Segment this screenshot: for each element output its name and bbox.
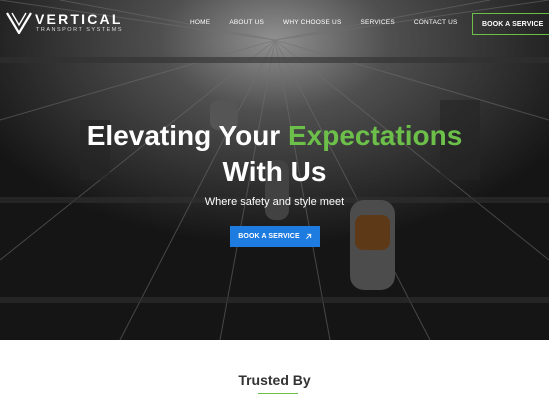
book-service-header-button[interactable]: BOOK A SERVICE: [472, 13, 549, 35]
hero-section: VERTICAL TRANSPORT SYSTEMS HOME ABOUT US…: [0, 0, 549, 340]
site-header: VERTICAL TRANSPORT SYSTEMS HOME ABOUT US…: [0, 0, 549, 46]
brand-subtitle: TRANSPORT SYSTEMS: [36, 27, 124, 33]
hero-title-accent: Expectations: [287, 120, 463, 151]
hero-title-line1: Elevating Your Expectations: [0, 118, 549, 153]
nav-home[interactable]: HOME: [190, 19, 210, 26]
arrow-up-right-icon: [305, 233, 311, 240]
book-service-cta-button[interactable]: BOOK A SERVICE: [230, 226, 320, 247]
hero-tagline: Where safety and style meet: [204, 196, 345, 208]
nav-about-us[interactable]: ABOUT US: [229, 19, 264, 26]
hero-title-part1: Elevating Your: [86, 120, 281, 151]
nav-services[interactable]: SERVICES: [361, 19, 395, 26]
cta-label: BOOK A SERVICE: [238, 233, 300, 240]
trusted-by-underline: [258, 393, 298, 394]
nav-contact-us[interactable]: CONTACT US: [414, 19, 458, 26]
nav-why-choose-us[interactable]: WHY CHOOSE US: [283, 19, 341, 26]
trusted-by-heading: Trusted By: [238, 372, 311, 388]
brand-logo[interactable]: VERTICAL TRANSPORT SYSTEMS: [6, 12, 123, 34]
brand-name: VERTICAL: [35, 11, 123, 27]
vertical-v-logo-icon: [6, 12, 32, 34]
hero-title-line2: With Us: [222, 156, 327, 187]
main-nav: HOME ABOUT US WHY CHOOSE US SERVICES CON…: [190, 19, 477, 26]
